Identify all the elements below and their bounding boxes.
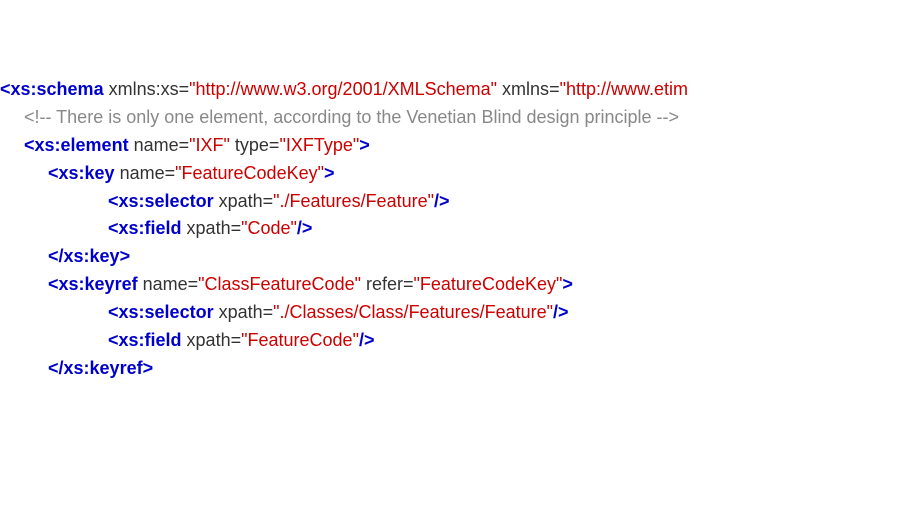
code-line: <xs:element name="IXF" type="IXFType"> — [0, 132, 900, 160]
attr-name: xpath — [214, 302, 263, 322]
tag-close-punct: > — [562, 274, 573, 294]
tag-open-punct: < — [0, 79, 11, 99]
attr-eq: = — [549, 79, 560, 99]
code-line: <!-- There is only one element, accordin… — [0, 104, 900, 132]
tag-open-punct: < — [108, 302, 119, 322]
attr-name: xpath — [214, 191, 263, 211]
tag-close-punct: /> — [553, 302, 569, 322]
tag-name: xs:key — [59, 163, 115, 183]
tag-name: xs:field — [119, 330, 182, 350]
xml-comment: <!-- There is only one element, accordin… — [24, 107, 679, 127]
code-line: <xs:field xpath="Code"/> — [0, 215, 900, 243]
tag-name: xs:key — [64, 246, 120, 266]
xml-code-block: <xs:schema xmlns:xs="http://www.w3.org/2… — [0, 0, 900, 383]
tag-close-punct: /> — [359, 330, 375, 350]
tag-open-punct: < — [108, 218, 119, 238]
code-line: <xs:selector xpath="./Classes/Class/Feat… — [0, 299, 900, 327]
attr-name: refer — [361, 274, 403, 294]
code-line: </xs:keyref> — [0, 355, 900, 383]
attr-value: "http://www.etim — [560, 79, 688, 99]
attr-eq: = — [263, 302, 274, 322]
tag-close-punct: > — [324, 163, 335, 183]
attr-eq: = — [231, 218, 242, 238]
attr-name: xpath — [182, 330, 231, 350]
tag-name: xs:field — [119, 218, 182, 238]
tag-open-punct: < — [24, 135, 35, 155]
attr-value: "IXF" — [189, 135, 230, 155]
code-line: <xs:keyref name="ClassFeatureCode" refer… — [0, 271, 900, 299]
attr-eq: = — [188, 274, 199, 294]
code-line: <xs:field xpath="FeatureCode"/> — [0, 327, 900, 355]
tag-name: xs:selector — [119, 191, 214, 211]
attr-value: "IXFType" — [279, 135, 359, 155]
attr-name: xpath — [182, 218, 231, 238]
tag-close-punct: > — [120, 246, 131, 266]
tag-open-punct: < — [108, 191, 119, 211]
attr-name: name — [138, 274, 188, 294]
tag-name: xs:keyref — [59, 274, 138, 294]
attr-name: name — [115, 163, 165, 183]
tag-name: xs:keyref — [64, 358, 143, 378]
tag-close-punct: /> — [434, 191, 450, 211]
tag-open-punct: </ — [48, 358, 64, 378]
attr-eq: = — [269, 135, 280, 155]
code-line: <xs:key name="FeatureCodeKey"> — [0, 160, 900, 188]
attr-eq: = — [165, 163, 176, 183]
attr-value: "./Classes/Class/Features/Feature" — [273, 302, 553, 322]
attr-value: "http://www.w3.org/2001/XMLSchema" — [189, 79, 497, 99]
tag-name: xs:element — [35, 135, 129, 155]
attr-eq: = — [403, 274, 414, 294]
attr-eq: = — [179, 79, 190, 99]
tag-name: xs:selector — [119, 302, 214, 322]
attr-eq: = — [179, 135, 190, 155]
attr-value: "FeatureCode" — [241, 330, 359, 350]
code-line: <xs:schema xmlns:xs="http://www.w3.org/2… — [0, 76, 900, 104]
attr-name: type — [230, 135, 269, 155]
code-line: </xs:key> — [0, 243, 900, 271]
attr-value: "./Features/Feature" — [273, 191, 434, 211]
attr-value: "ClassFeatureCode" — [198, 274, 361, 294]
attr-name: xmlns — [497, 79, 549, 99]
tag-close-punct: > — [143, 358, 154, 378]
attr-name: name — [129, 135, 179, 155]
tag-name: xs:schema — [11, 79, 104, 99]
code-line: <xs:selector xpath="./Features/Feature"/… — [0, 188, 900, 216]
tag-open-punct: < — [48, 163, 59, 183]
tag-open-punct: </ — [48, 246, 64, 266]
attr-eq: = — [231, 330, 242, 350]
attr-value: "FeatureCodeKey" — [175, 163, 324, 183]
tag-close-punct: > — [359, 135, 370, 155]
attr-value: "Code" — [241, 218, 297, 238]
tag-open-punct: < — [48, 274, 59, 294]
attr-name: xmlns:xs — [104, 79, 179, 99]
tag-open-punct: < — [108, 330, 119, 350]
tag-close-punct: /> — [297, 218, 313, 238]
attr-value: "FeatureCodeKey" — [414, 274, 563, 294]
attr-eq: = — [263, 191, 274, 211]
